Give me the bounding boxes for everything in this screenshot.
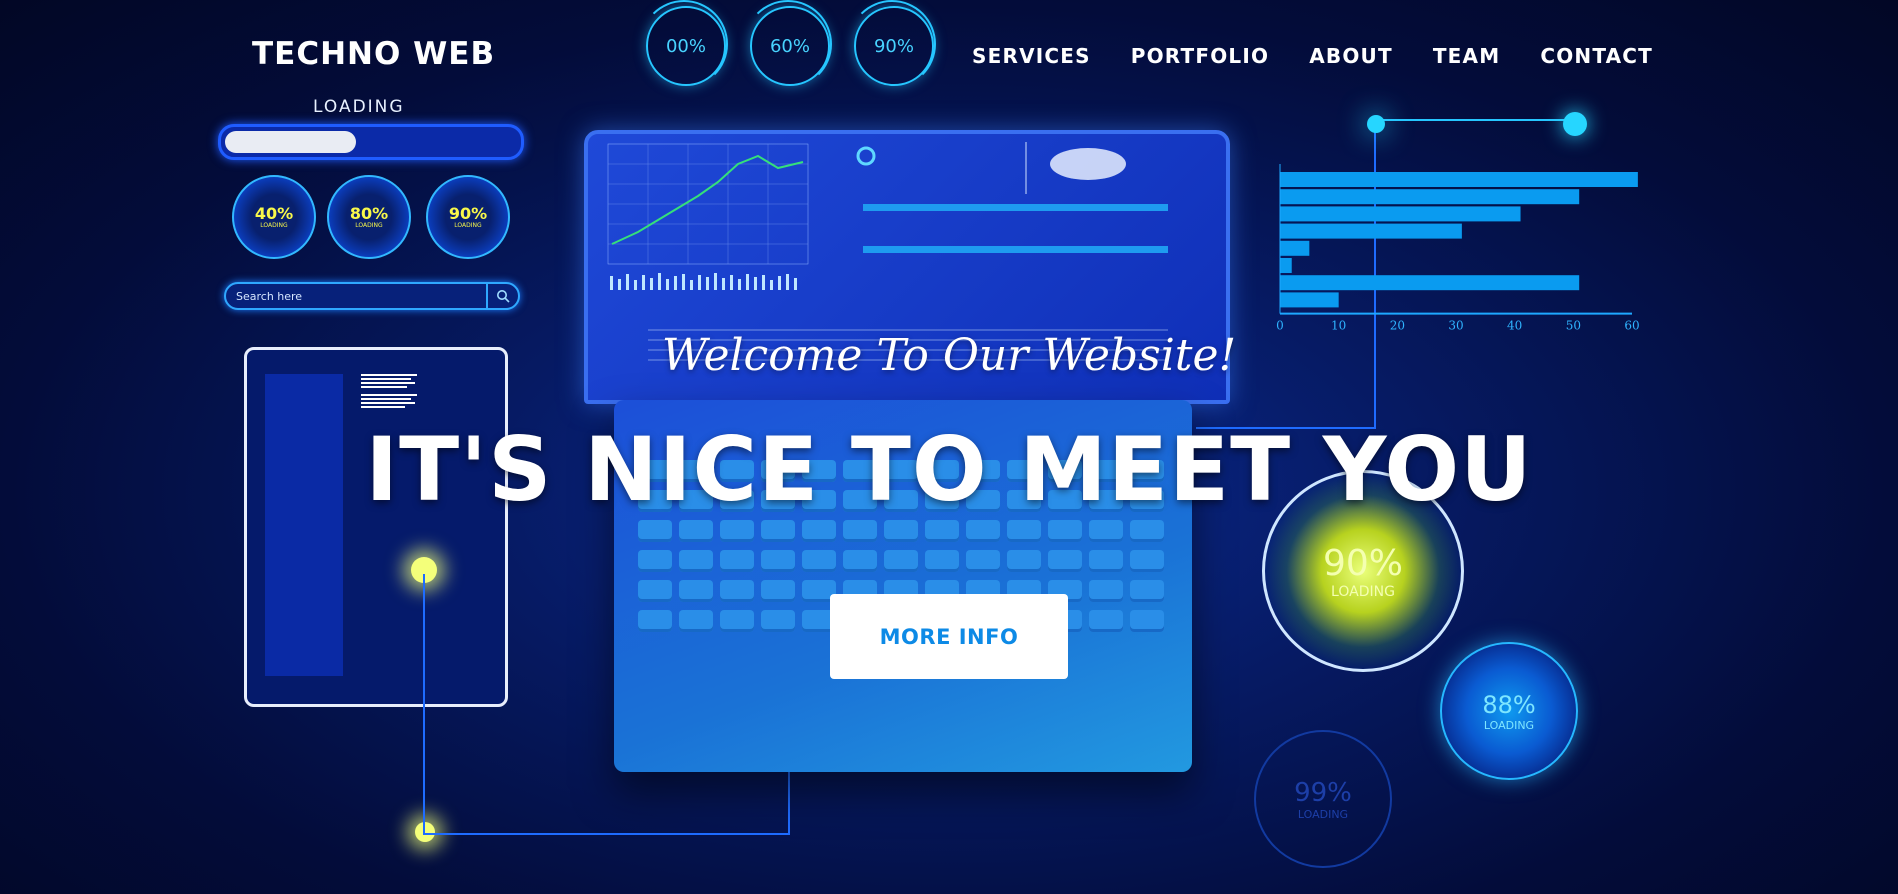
gauge-large-3-label: LOADING: [1297, 807, 1349, 821]
keyboard-key: [761, 550, 795, 572]
gauge-large-1-label: LOADING: [1331, 583, 1395, 600]
keyboard-key: [679, 610, 713, 632]
keyboard-key: [1089, 550, 1123, 572]
keyboard-key: [638, 610, 672, 632]
keyboard-key: [679, 550, 713, 572]
keyboard-key: [1089, 580, 1123, 602]
gauge-large-1-pct: 90%: [1322, 542, 1403, 584]
keyboard-key: [966, 520, 1000, 542]
keyboard-key: [638, 550, 672, 572]
gauge-large-3-pct: 99%: [1294, 777, 1352, 808]
hero-title: IT'S NICE TO MEET YOU: [365, 418, 1533, 521]
keyboard-key: [1007, 520, 1041, 542]
gauge-large-2-label: LOADING: [1483, 718, 1535, 732]
keyboard-key: [720, 520, 754, 542]
keyboard-key: [1089, 520, 1123, 542]
more-info-button[interactable]: MORE INFO: [830, 594, 1068, 679]
keyboard-key: [1130, 580, 1164, 602]
chart-bar: [1280, 189, 1580, 205]
chart-bar: [1280, 292, 1339, 308]
gauge-large-2: 88% LOADING: [1440, 642, 1578, 780]
keyboard-key: [761, 610, 795, 632]
keyboard-key: [843, 550, 877, 572]
keyboard-key: [966, 550, 1000, 572]
keyboard-key: [1089, 610, 1123, 632]
chart-bar: [1280, 275, 1580, 291]
keyboard-key: [720, 580, 754, 602]
keyboard-key: [761, 580, 795, 602]
chart-bar: [1280, 240, 1310, 256]
keyboard-key: [925, 550, 959, 572]
keyboard-key: [1130, 520, 1164, 542]
keyboard-key: [802, 520, 836, 542]
gauge-large-3: 99% LOADING: [1254, 730, 1392, 868]
chart-bar: [1280, 172, 1638, 187]
keyboard-key: [925, 520, 959, 542]
keyboard-key: [679, 580, 713, 602]
chart-bar: [1280, 206, 1521, 222]
keyboard-key: [1007, 550, 1041, 572]
keyboard-key: [884, 550, 918, 572]
keyboard-key: [884, 520, 918, 542]
keyboard-key: [720, 550, 754, 572]
keyboard-key: [1130, 550, 1164, 572]
keyboard-key: [843, 520, 877, 542]
welcome-heading: Welcome To Our Website!: [661, 330, 1237, 381]
keyboard-key: [638, 520, 672, 542]
keyboard-key: [720, 610, 754, 632]
keyboard-key: [802, 550, 836, 572]
keyboard-key: [1130, 610, 1164, 632]
chart-bar: [1280, 258, 1292, 273]
keyboard-key: [1048, 520, 1082, 542]
keyboard-key: [679, 520, 713, 542]
keyboard-key: [1048, 550, 1082, 572]
bar-chart: 0 10 20 30 40 50 60: [1276, 164, 1640, 333]
chart-bar: [1280, 223, 1462, 239]
gauge-large-2-pct: 88%: [1482, 690, 1536, 719]
keyboard-key: [761, 520, 795, 542]
keyboard-key: [638, 580, 672, 602]
